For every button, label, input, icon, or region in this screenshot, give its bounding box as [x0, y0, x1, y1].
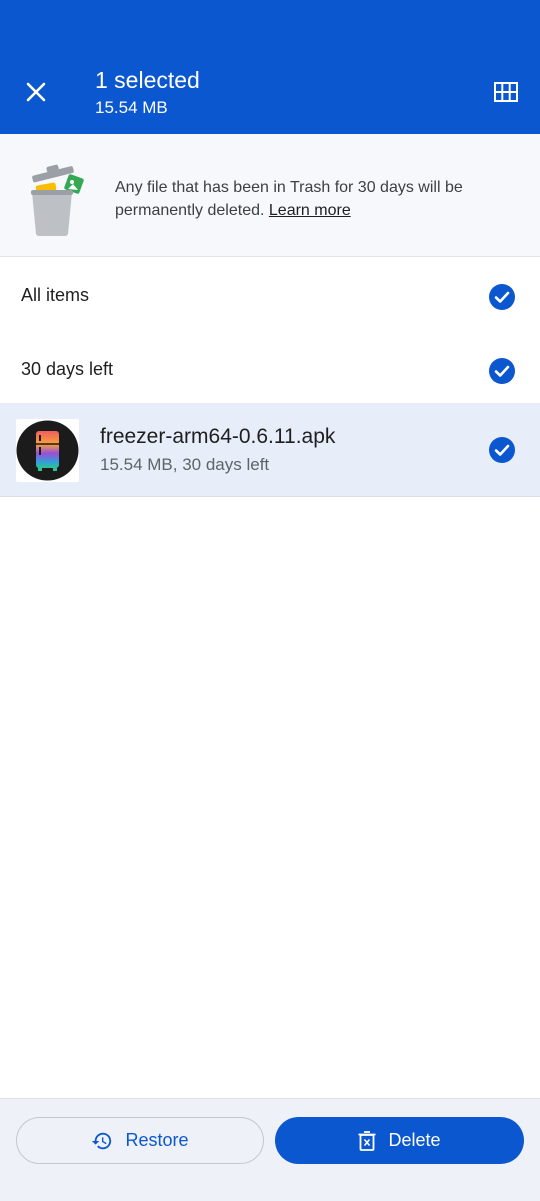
selection-count: 1 selected [95, 67, 200, 93]
top-app-bar: 1 selected 15.54 MB [0, 0, 540, 134]
freezer-app-icon [16, 420, 79, 481]
close-icon [26, 82, 46, 102]
file-row-selected[interactable]: freezer-arm64-0.6.11.apk 15.54 MB, 30 da… [0, 403, 540, 497]
trash-info-text: Any file that has been in Trash for 30 d… [115, 176, 515, 222]
restore-history-icon [92, 1132, 112, 1149]
group-label: All items [21, 285, 90, 305]
selection-info: 1 selected 15.54 MB [95, 66, 200, 120]
file-thumbnail [16, 419, 79, 482]
restore-label: Restore [125, 1130, 189, 1150]
delete-button[interactable]: Delete [275, 1117, 524, 1164]
trash-info-banner: Any file that has been in Trash for 30 d… [0, 134, 540, 257]
delete-forever-icon [358, 1130, 376, 1151]
checked-circle-icon[interactable] [488, 283, 516, 311]
delete-label: Delete [388, 1130, 441, 1150]
learn-more-link[interactable]: Learn more [269, 202, 351, 219]
grid-view-button[interactable] [488, 74, 524, 110]
group-label: 30 days left [21, 359, 114, 379]
bottom-action-bar: Restore Delete [0, 1098, 540, 1201]
file-meta: 15.54 MB, 30 days left [100, 455, 270, 474]
close-selection-button[interactable] [18, 74, 54, 110]
group-row-all-items[interactable]: All items [0, 261, 540, 334]
restore-button[interactable]: Restore [16, 1117, 264, 1164]
group-row-30-days-left[interactable]: 30 days left [0, 335, 540, 408]
checked-circle-icon[interactable] [488, 357, 516, 385]
grid-view-icon [494, 82, 518, 102]
checked-circle-icon[interactable] [488, 436, 516, 464]
file-name: freezer-arm64-0.6.11.apk [100, 425, 336, 448]
trash-can-illustration [31, 164, 84, 236]
selection-size: 15.54 MB [95, 98, 168, 117]
